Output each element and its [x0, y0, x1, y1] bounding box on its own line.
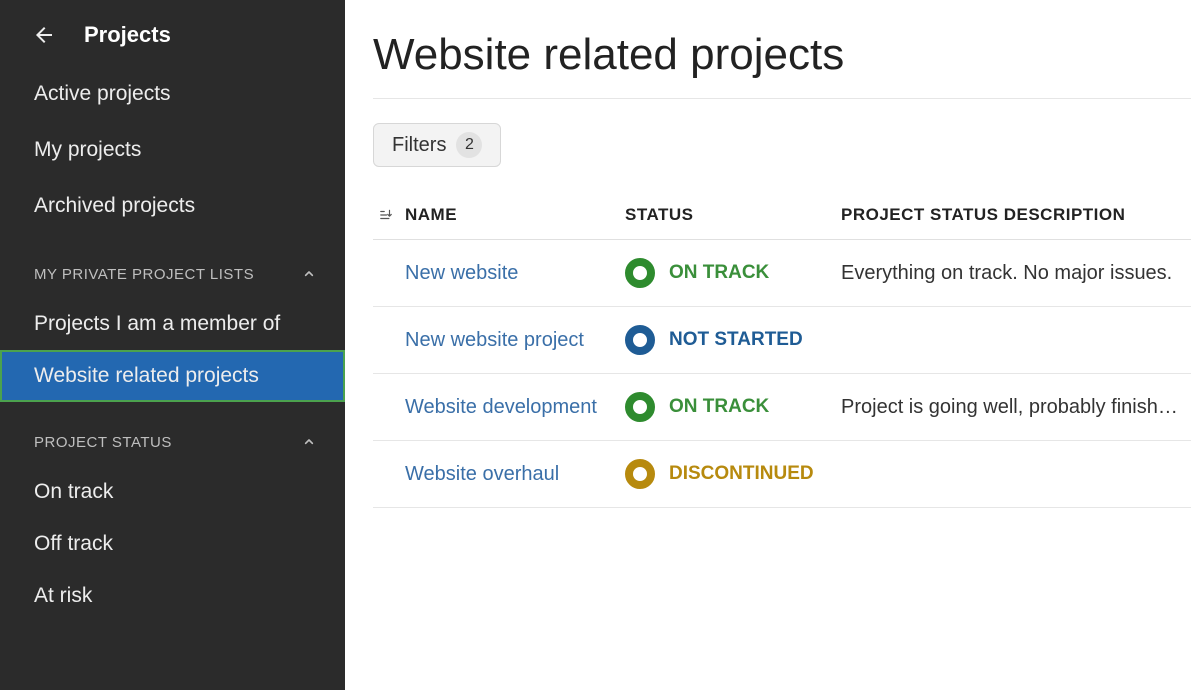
- status-ring-icon: [625, 258, 655, 288]
- status-cell: DISCONTINUED: [625, 459, 841, 489]
- status-ring-icon: [625, 392, 655, 422]
- status-label: DISCONTINUED: [669, 463, 814, 485]
- page-title: Website related projects: [373, 30, 1191, 99]
- back-arrow-icon[interactable]: [32, 23, 56, 47]
- sidebar-section-label: PROJECT STATUS: [34, 434, 172, 451]
- column-header-desc[interactable]: PROJECT STATUS DESCRIPTION: [841, 205, 1191, 225]
- sidebar-item-active-projects[interactable]: Active projects: [0, 66, 345, 122]
- sidebar-item-off-track[interactable]: Off track: [0, 518, 345, 570]
- status-label: ON TRACK: [669, 396, 769, 418]
- project-name-link[interactable]: New website: [405, 262, 625, 285]
- sidebar-item-member-of[interactable]: Projects I am a member of: [0, 298, 345, 350]
- table-row[interactable]: New website ON TRACK Everything on track…: [373, 240, 1191, 307]
- filters-label: Filters: [392, 134, 446, 157]
- status-description: Everything on track. No major issues.: [841, 262, 1191, 285]
- sidebar-section-label: MY PRIVATE PROJECT LISTS: [34, 266, 254, 283]
- sidebar-item-on-track[interactable]: On track: [0, 466, 345, 518]
- sidebar-section-private-lists[interactable]: MY PRIVATE PROJECT LISTS: [0, 244, 345, 298]
- chevron-up-icon: [297, 262, 321, 286]
- main-content: Website related projects Filters 2 NAME …: [345, 0, 1191, 690]
- status-cell: ON TRACK: [625, 258, 841, 288]
- sidebar: Projects Active projects My projects Arc…: [0, 0, 345, 690]
- project-name-link[interactable]: Website development: [405, 396, 625, 419]
- status-label: ON TRACK: [669, 262, 769, 284]
- sidebar-item-archived-projects[interactable]: Archived projects: [0, 178, 345, 234]
- sidebar-section-project-status[interactable]: PROJECT STATUS: [0, 412, 345, 466]
- column-header-name[interactable]: NAME: [405, 205, 625, 225]
- filters-button[interactable]: Filters 2: [373, 123, 501, 167]
- status-cell: NOT STARTED: [625, 325, 841, 355]
- status-ring-icon: [625, 325, 655, 355]
- filters-bar: Filters 2: [373, 99, 1191, 195]
- table-row[interactable]: Website development ON TRACK Project is …: [373, 374, 1191, 441]
- status-ring-icon: [625, 459, 655, 489]
- table-row[interactable]: New website project NOT STARTED: [373, 307, 1191, 374]
- filters-count-badge: 2: [456, 132, 482, 158]
- status-label: NOT STARTED: [669, 329, 803, 351]
- table-header: NAME STATUS PROJECT STATUS DESCRIPTION: [373, 195, 1191, 240]
- sidebar-item-website-related[interactable]: Website related projects: [0, 350, 345, 402]
- status-cell: ON TRACK: [625, 392, 841, 422]
- sidebar-title: Projects: [84, 22, 171, 48]
- project-name-link[interactable]: New website project: [405, 329, 625, 352]
- sort-icon[interactable]: [373, 205, 405, 225]
- status-description: Project is going well, probably finish…: [841, 396, 1191, 419]
- sidebar-item-at-risk[interactable]: At risk: [0, 570, 345, 622]
- chevron-up-icon: [297, 430, 321, 454]
- column-header-status[interactable]: STATUS: [625, 205, 841, 225]
- sidebar-header: Projects: [0, 22, 345, 66]
- project-name-link[interactable]: Website overhaul: [405, 463, 625, 486]
- sidebar-item-my-projects[interactable]: My projects: [0, 122, 345, 178]
- table-row[interactable]: Website overhaul DISCONTINUED: [373, 441, 1191, 508]
